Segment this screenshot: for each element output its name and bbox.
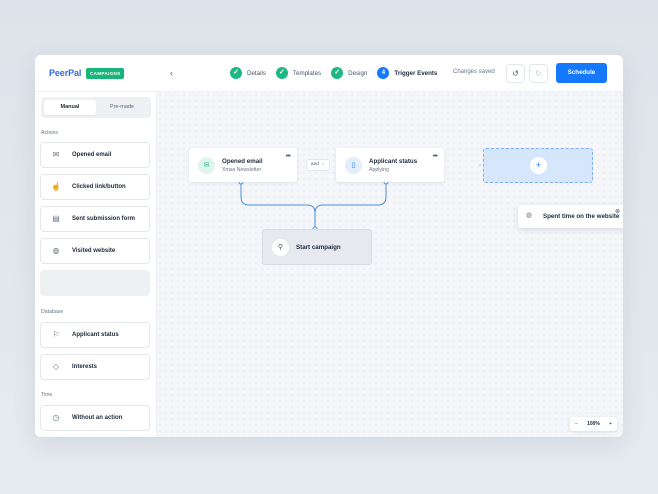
section-actions-title: Actions	[41, 130, 59, 136]
dragged-node-spent-time[interactable]: ◍ Spent time on the website ⊗	[518, 205, 623, 228]
check-icon: ✓	[275, 67, 288, 79]
top-bar: PeerPal CAMPAIGNS ‹ ✓ Details ✓ Template…	[35, 55, 623, 92]
step-details[interactable]: ✓ Details	[230, 67, 266, 79]
undo-button[interactable]: ↺	[506, 64, 525, 83]
sidebar: Manual Pre-made Actions ✉ Opened email ☝…	[35, 92, 157, 437]
zoom-out-button[interactable]: −	[575, 421, 578, 427]
check-icon: ✓	[230, 67, 242, 79]
flow-canvas[interactable]: ✉ Opened email Xmas Newsletter ••• and →…	[157, 92, 623, 437]
section-time-title: Time	[41, 392, 53, 398]
clock-icon: ◷	[52, 413, 60, 422]
app-logo[interactable]: PeerPal	[49, 68, 81, 78]
drop-zone[interactable]: +	[483, 148, 593, 183]
plus-icon[interactable]: +	[530, 157, 547, 174]
globe-icon: ◍	[52, 246, 60, 255]
step-label: Templates	[292, 69, 322, 77]
sidebar-item-label: Opened email	[72, 152, 112, 158]
mode-toggle: Manual Pre-made	[41, 97, 151, 118]
sidebar-item-interests[interactable]: ◇ Interests	[40, 354, 150, 380]
node-title: Opened email	[222, 158, 263, 165]
schedule-button[interactable]: Schedule	[556, 63, 607, 83]
redo-button[interactable]: ↻	[529, 64, 548, 83]
section-database-title: Database	[41, 309, 64, 315]
more-icon[interactable]: •••	[433, 153, 438, 160]
globe-icon: ◍	[526, 212, 533, 219]
dragging-placeholder	[40, 270, 150, 296]
zoom-in-button[interactable]: +	[609, 421, 612, 427]
sidebar-item-sent-submission-form[interactable]: ▤ Sent submission form	[40, 206, 150, 232]
clipboard-icon: ▤	[52, 214, 60, 223]
app-window: PeerPal CAMPAIGNS ‹ ✓ Details ✓ Template…	[35, 55, 623, 437]
wizard-steps: ✓ Details ✓ Templates ✓ Design 4 Trigger…	[230, 66, 447, 80]
sidebar-item-without-action[interactable]: ◷ Without an action	[40, 405, 150, 431]
step-label: Details	[247, 69, 266, 77]
more-icon[interactable]: •••	[286, 153, 291, 160]
save-status: Changes saved	[453, 69, 495, 75]
connector-lines	[238, 164, 501, 232]
sidebar-item-visited-website[interactable]: ◍ Visited website	[40, 238, 150, 264]
step-label: Trigger Events	[394, 69, 438, 77]
campaigns-badge: CAMPAIGNS	[86, 68, 125, 79]
undo-icon: ↺	[512, 69, 519, 78]
node-title: Applicant status	[369, 158, 418, 165]
sidebar-item-label: Visited website	[72, 248, 116, 254]
check-icon: ✓	[331, 67, 344, 79]
zoom-control: − 100% +	[570, 417, 617, 431]
connector-line-status	[314, 182, 387, 214]
diamond-icon: ◇	[52, 362, 60, 371]
step-trigger-events[interactable]: 4 Trigger Events	[377, 67, 437, 79]
connector-line-email	[240, 182, 316, 229]
toggle-pre-made[interactable]: Pre-made	[96, 100, 148, 115]
step-label: Design	[348, 69, 368, 77]
step-templates[interactable]: ✓ Templates	[275, 67, 322, 79]
node-title: Start campaign	[296, 244, 341, 251]
node-opened-email[interactable]: ✉ Opened email Xmas Newsletter •••	[189, 148, 297, 182]
node-subtitle: Applying	[369, 167, 389, 173]
start-icon: ⚲	[272, 239, 289, 256]
envelope-icon: ✉	[52, 150, 60, 159]
step-number: 4	[377, 67, 390, 79]
sidebar-item-label: Without an action	[72, 415, 123, 421]
node-title: Spent time on the website	[543, 213, 620, 220]
step-design[interactable]: ✓ Design	[331, 67, 367, 79]
envelope-icon: ✉	[198, 157, 215, 174]
close-icon[interactable]: ⊗	[615, 208, 620, 215]
toggle-manual[interactable]: Manual	[44, 100, 96, 115]
sidebar-item-label: Applicant status	[72, 332, 119, 338]
sidebar-item-applicant-status[interactable]: ⚐ Applicant status	[40, 322, 150, 348]
zoom-level: 100%	[587, 421, 600, 427]
sidebar-item-label: Clicked link/button	[72, 184, 126, 190]
sidebar-item-label: Interests	[72, 364, 98, 370]
back-icon[interactable]: ‹	[170, 67, 173, 79]
sidebar-item-clicked-link[interactable]: ☝ Clicked link/button	[40, 174, 150, 200]
sidebar-item-label: Sent submission form	[72, 216, 136, 222]
sidebar-item-opened-email[interactable]: ✉ Opened email	[40, 142, 150, 168]
node-applicant-status[interactable]: ▯ Applicant status Applying •••	[336, 148, 444, 182]
and-connector[interactable]: and →	[306, 159, 330, 171]
redo-icon: ↻	[535, 69, 542, 78]
node-start-campaign[interactable]: ⚲ Start campaign	[262, 229, 372, 265]
bookmark-icon: ▯	[345, 157, 362, 174]
bookmark-icon: ⚐	[52, 330, 60, 339]
hand-pointer-icon: ☝	[51, 182, 61, 191]
node-subtitle: Xmas Newsletter	[222, 167, 262, 173]
